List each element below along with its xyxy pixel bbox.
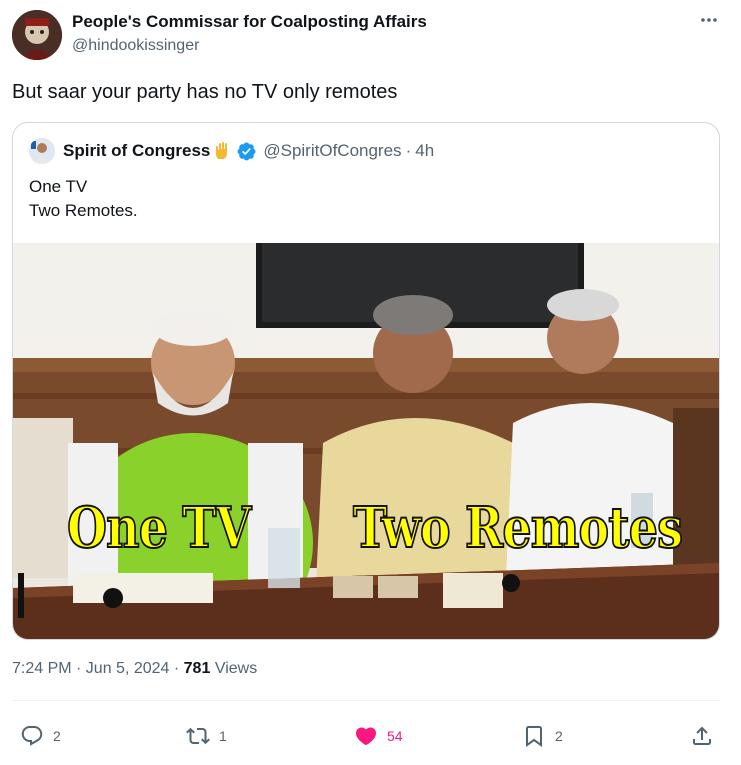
quoted-author-handle[interactable]: @SpiritOfCongres <box>263 141 401 161</box>
quoted-text-line: Two Remotes. <box>29 201 138 220</box>
bookmark-count: 2 <box>555 728 563 744</box>
share-button[interactable] <box>690 724 714 748</box>
media-caption-right: Two Remotes <box>352 495 684 561</box>
bookmark-button[interactable]: 2 <box>522 724 563 748</box>
quoted-tweet-header: Spirit of Congress @SpiritOfCongres · 4h <box>29 138 434 164</box>
like-count: 54 <box>387 728 403 744</box>
author-handle[interactable]: @hindookissinger <box>72 35 427 57</box>
author-avatar[interactable] <box>12 10 62 60</box>
heart-icon <box>355 727 377 746</box>
tweet-author[interactable]: People's Commissar for Coalposting Affai… <box>12 10 427 60</box>
share-icon <box>693 726 711 745</box>
retweet-button[interactable]: 1 <box>186 724 227 748</box>
bookmark-icon <box>526 726 542 747</box>
author-display-name[interactable]: People's Commissar for Coalposting Affai… <box>72 11 427 33</box>
retweet-icon <box>186 727 210 745</box>
raised-hand-emoji <box>212 141 232 161</box>
quoted-tweet-text: One TV Two Remotes. <box>29 175 138 223</box>
divider <box>12 700 721 701</box>
reply-button[interactable]: 2 <box>20 724 61 748</box>
views-label: Views <box>214 660 258 677</box>
retweet-count: 1 <box>219 728 227 744</box>
quoted-author-avatar[interactable] <box>29 138 55 164</box>
quoted-media-image[interactable]: One TV Two Remotes <box>13 243 719 639</box>
views-count: 781 <box>183 660 211 677</box>
verified-badge-icon[interactable] <box>236 141 257 162</box>
more-horizontal-icon[interactable] <box>699 10 719 30</box>
like-button[interactable]: 54 <box>354 724 403 748</box>
quoted-author-display-name[interactable]: Spirit of Congress <box>63 141 210 161</box>
quoted-text-line: One TV <box>29 177 88 196</box>
separator-dot: · <box>405 141 412 160</box>
reply-count: 2 <box>53 728 61 744</box>
views-separator: · <box>169 660 184 677</box>
tweet-timestamp[interactable]: 7:24 PM · Jun 5, 2024 <box>12 660 169 677</box>
quoted-timestamp[interactable]: 4h <box>415 141 434 161</box>
media-caption-left: One TV <box>66 495 252 561</box>
tweet-text: But saar your party has no TV only remot… <box>12 81 398 103</box>
tweet-meta: 7:24 PM · Jun 5, 2024 · 781 Views <box>12 660 257 678</box>
reply-icon <box>21 726 43 746</box>
quoted-tweet[interactable]: Spirit of Congress @SpiritOfCongres · 4h… <box>12 122 720 640</box>
tweet-actions: 2 1 54 2 <box>0 716 741 756</box>
